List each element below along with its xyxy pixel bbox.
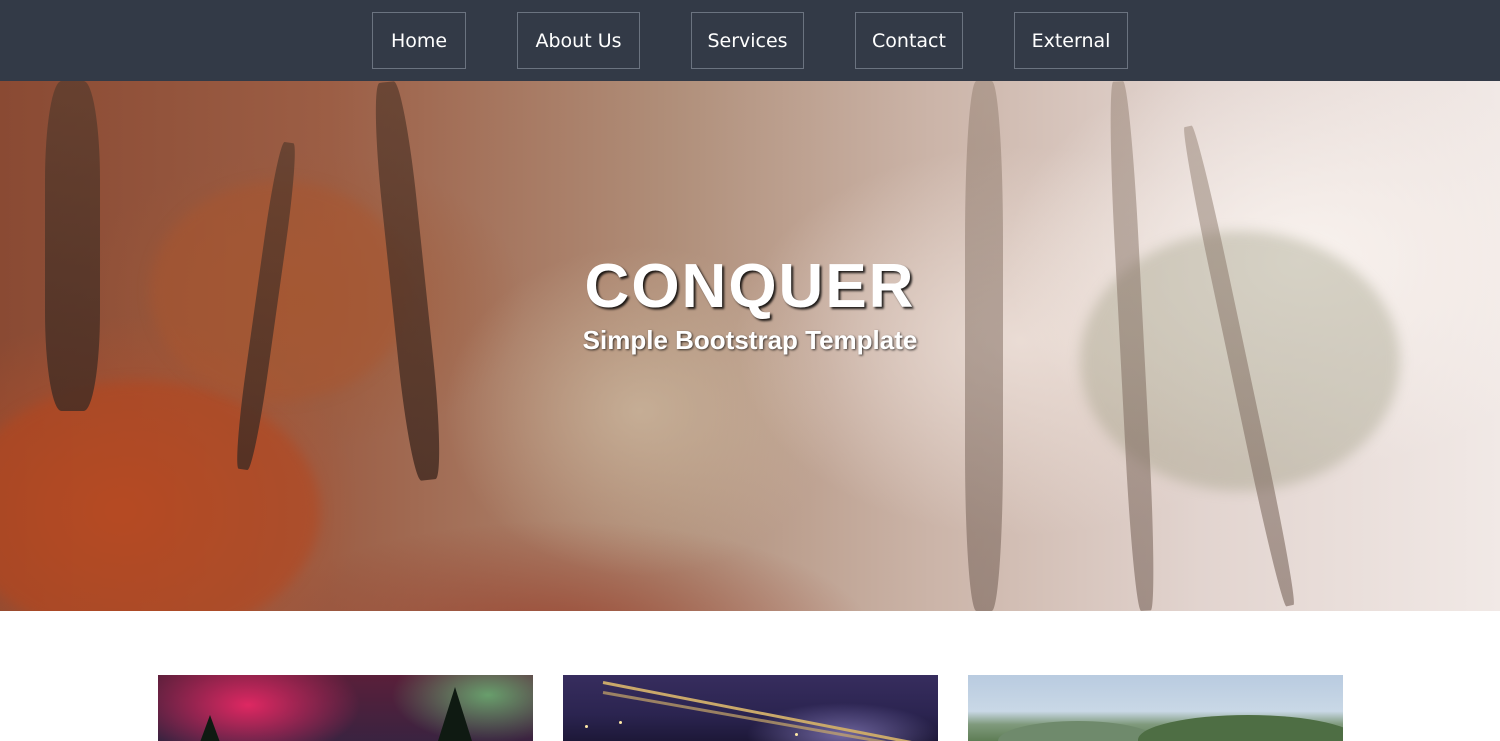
pine-tree-shape (188, 715, 232, 741)
hero-banner: CONQUER Simple Bootstrap Template (0, 81, 1500, 611)
city-light-dot (619, 721, 622, 724)
hero-subtitle: Simple Bootstrap Template (582, 325, 918, 355)
top-navbar: Home About Us Services Contact External (0, 0, 1500, 81)
hill-shape (1138, 715, 1343, 741)
city-light-dot (585, 725, 588, 728)
nav-services-link[interactable]: Services (691, 12, 804, 69)
city-bridge-night-image[interactable] (563, 675, 938, 741)
bridge-cable-shape (602, 681, 938, 741)
tree-trunk-shape (45, 81, 100, 411)
nav-home-link[interactable]: Home (372, 12, 466, 69)
nav-external-link[interactable]: External (1014, 12, 1128, 69)
city-light-dot (795, 733, 798, 736)
pine-tree-shape (433, 687, 477, 741)
hill-shape (998, 721, 1158, 741)
green-hills-image[interactable] (968, 675, 1343, 741)
hero-title: CONQUER (584, 252, 916, 321)
autumn-foliage-shape (0, 381, 320, 611)
aurora-forest-image[interactable] (158, 675, 533, 741)
nav-contact-link[interactable]: Contact (855, 12, 963, 69)
nav-about-us-link[interactable]: About Us (517, 12, 640, 69)
